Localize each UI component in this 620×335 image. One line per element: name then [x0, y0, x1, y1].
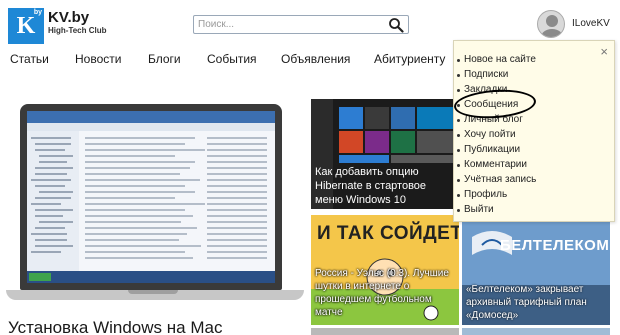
site-logo[interactable]: K by	[8, 8, 44, 44]
menu-item-new-on-site[interactable]: Новое на сайте	[457, 54, 536, 65]
article-tile-row3-left[interactable]	[311, 328, 459, 335]
user-dropdown-menu: × Новое на сайте Подписки Закладки Сообщ…	[453, 40, 615, 222]
menu-item-subscriptions[interactable]: Подписки	[456, 69, 508, 80]
nav-item-ads[interactable]: Объявления	[281, 52, 350, 66]
article-tile-windows[interactable]: Как добавить опцию Hibernate в стартовое…	[311, 99, 459, 209]
nav-item-articles[interactable]: Статьи	[10, 52, 49, 66]
menu-item-bookmarks[interactable]: Закладки	[456, 84, 507, 95]
laptop-screen	[20, 104, 282, 290]
menu-item-publications[interactable]: Публикации	[456, 144, 520, 155]
brand-name: KV.by	[48, 9, 90, 26]
windows-explorer-screenshot	[27, 111, 275, 283]
search-icon[interactable]	[388, 17, 404, 33]
article-tile-beltelecom[interactable]: БЕЛТЕЛЕКОМ «Белтелеком» закрывает архивн…	[462, 215, 610, 325]
menu-item-logout[interactable]: Выйти	[457, 204, 494, 215]
menu-item-account[interactable]: Учётная запись	[456, 174, 536, 185]
avatar[interactable]	[537, 10, 565, 38]
nav-item-blogs[interactable]: Блоги	[148, 52, 181, 66]
brand[interactable]: KV.by High-Tech Club	[48, 9, 107, 36]
menu-item-personal-blog[interactable]: Личный блог	[457, 114, 523, 125]
username[interactable]: ILoveKV	[572, 18, 610, 29]
close-icon[interactable]: ×	[600, 44, 608, 59]
main-nav: Статьи Новости Блоги События Объявления …	[0, 52, 450, 68]
main-article-title[interactable]: Установка Windows на Mac	[8, 318, 222, 335]
nav-item-events[interactable]: События	[207, 52, 257, 66]
laptop-display	[27, 111, 275, 283]
logo-letter: K	[16, 13, 36, 39]
logo-suffix: by	[33, 9, 42, 16]
menu-item-messages[interactable]: Сообщения	[456, 99, 518, 110]
beltelecom-sign: БЕЛТЕЛЕКОМ	[500, 237, 610, 254]
menu-item-want-to-go[interactable]: Хочу пойти	[457, 129, 516, 140]
nav-item-news[interactable]: Новости	[75, 52, 121, 66]
brand-subtitle: High-Tech Club	[48, 26, 107, 35]
search-input[interactable]	[198, 17, 378, 32]
article-tile-football-caption: Россия - Уэльс (0:3). Лучшие шутки в инт…	[315, 268, 449, 318]
article-tile-windows-caption: Как добавить опцию Hibernate в стартовое…	[315, 166, 427, 206]
user-silhouette-icon	[541, 15, 563, 37]
menu-item-profile[interactable]: Профиль	[456, 189, 507, 200]
main-article-image[interactable]	[0, 96, 306, 320]
nav-item-applicants[interactable]: Абитуриенту	[374, 52, 445, 66]
cartoon-headline: И ТАК СОЙДЕТ...	[317, 223, 459, 244]
laptop-notch	[128, 290, 178, 294]
article-tile-football[interactable]: И ТАК СОЙДЕТ... Россия - Уэльс (0:3). Лу…	[311, 215, 459, 325]
article-tile-beltelecom-caption: «Белтелеком» закрывает архивный тарифный…	[466, 284, 587, 321]
search-box	[193, 15, 409, 34]
article-tile-row3-right[interactable]	[462, 328, 610, 335]
menu-item-comments[interactable]: Комментарии	[457, 159, 527, 170]
